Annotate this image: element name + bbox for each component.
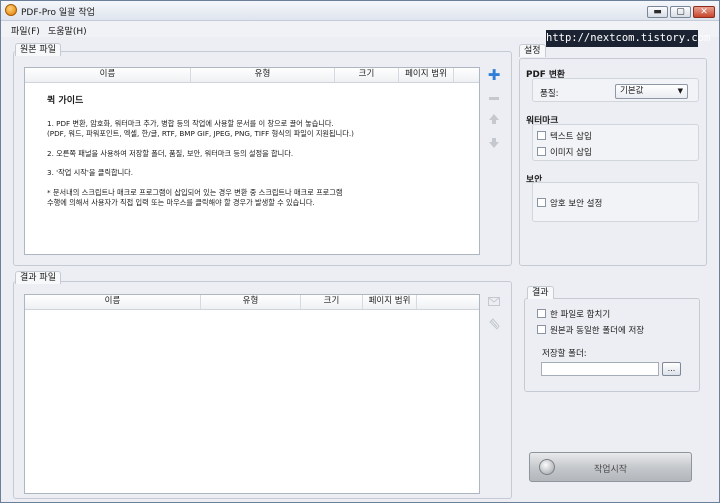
guide-step1-line2: (PDF, 워드, 파워포인트, 엑셀, 한/글, RTF, BMP GIF, … (47, 129, 354, 138)
same-folder-label: 원본과 동일한 폴더에 저장 (550, 326, 645, 336)
quick-guide: 퀵 가이드 1. PDF 변환, 암호화, 워터마크 추가, 병합 등의 작업에… (47, 96, 437, 218)
guide-step1-line1: 1. PDF 변환, 암호화, 워터마크 추가, 병합 등의 작업에 사용할 문… (47, 118, 334, 128)
save-folder-input[interactable] (541, 362, 659, 376)
quality-value: 기본값 (620, 86, 644, 96)
text-watermark-label: 텍스트 삽입 (550, 132, 592, 142)
tab-settings[interactable]: 설정 (519, 44, 546, 57)
watermark-url: http://nextcom.tistory.com (546, 30, 710, 47)
chevron-down-icon: ▼ (677, 87, 683, 95)
same-folder-checkbox[interactable] (537, 325, 546, 334)
mail-icon[interactable] (487, 294, 501, 308)
column-page-range[interactable]: 페이지 범위 (363, 295, 417, 309)
guide-note-line2: 수행에 의해서 사용자가 직접 입력 또는 마우스를 클릭해야 할 경우가 발생… (47, 198, 315, 207)
guide-note-line1: * 문서내의 스크립트나 매크로 프로그램이 삽입되어 있는 경우 변환 중 스… (47, 187, 343, 197)
quick-guide-title: 퀵 가이드 (47, 96, 84, 106)
image-watermark-label: 이미지 삽입 (550, 148, 592, 158)
source-list-header: 이름 유형 크기 페이지 범위 (25, 68, 479, 83)
column-type[interactable]: 유형 (201, 295, 301, 309)
merge-label: 한 파일로 합치기 (550, 310, 611, 320)
result-file-list[interactable]: 이름 유형 크기 페이지 범위 (24, 294, 480, 494)
close-button[interactable]: ✕ (693, 6, 715, 18)
app-window: PDF-Pro 일괄 작업 ▬ ▢ ✕ 파일(F) 도움말(H) http://… (0, 0, 720, 503)
column-size[interactable]: 크기 (301, 295, 363, 309)
guide-step3: 3. '작업 시작'을 클릭합니다. (47, 168, 134, 177)
merge-checkbox[interactable] (537, 309, 546, 318)
attach-icon[interactable] (487, 317, 501, 331)
save-folder-label: 저장할 폴더: (542, 349, 587, 359)
password-security-checkbox[interactable] (537, 198, 546, 207)
column-type[interactable]: 유형 (191, 68, 335, 82)
tab-result-files[interactable]: 결과 파일 (15, 271, 61, 284)
column-size[interactable]: 크기 (335, 68, 399, 82)
browse-folder-button[interactable]: ... (662, 362, 681, 376)
quality-label: 품질: (540, 89, 559, 99)
app-logo-icon (5, 4, 17, 16)
image-watermark-checkbox[interactable] (537, 147, 546, 156)
minimize-button[interactable]: ▬ (647, 6, 668, 18)
menu-file[interactable]: 파일(F) (11, 24, 40, 37)
text-watermark-checkbox[interactable] (537, 131, 546, 140)
tab-source-files[interactable]: 원본 파일 (15, 43, 61, 56)
add-icon[interactable]: ✚ (487, 68, 501, 83)
move-up-icon[interactable] (487, 112, 501, 126)
start-job-button[interactable]: 작업시작 (529, 452, 692, 482)
password-security-label: 암호 보안 설정 (550, 199, 603, 209)
tab-output[interactable]: 결과 (527, 286, 554, 299)
source-file-list[interactable]: 이름 유형 크기 페이지 범위 퀵 가이드 1. PDF 변환, 암호화, 워터… (24, 67, 480, 255)
move-down-icon[interactable] (487, 136, 501, 150)
start-job-label: 작업시작 (593, 465, 628, 475)
maximize-button[interactable]: ▢ (670, 6, 691, 18)
remove-icon[interactable] (487, 91, 501, 105)
guide-step2: 2. 오른쪽 패널을 사용하여 저장할 폴더, 품질, 보안, 워터마크 등의 … (47, 148, 294, 158)
menu-help[interactable]: 도움말(H) (48, 24, 87, 37)
column-page-range[interactable]: 페이지 범위 (399, 68, 454, 82)
result-list-header: 이름 유형 크기 페이지 범위 (25, 295, 479, 310)
column-name[interactable]: 이름 (25, 68, 191, 82)
title-bar: PDF-Pro 일괄 작업 ▬ ▢ ✕ (1, 1, 719, 21)
column-name[interactable]: 이름 (25, 295, 201, 309)
window-title: PDF-Pro 일괄 작업 (21, 8, 95, 18)
quality-select[interactable]: 기본값 ▼ (615, 84, 688, 99)
